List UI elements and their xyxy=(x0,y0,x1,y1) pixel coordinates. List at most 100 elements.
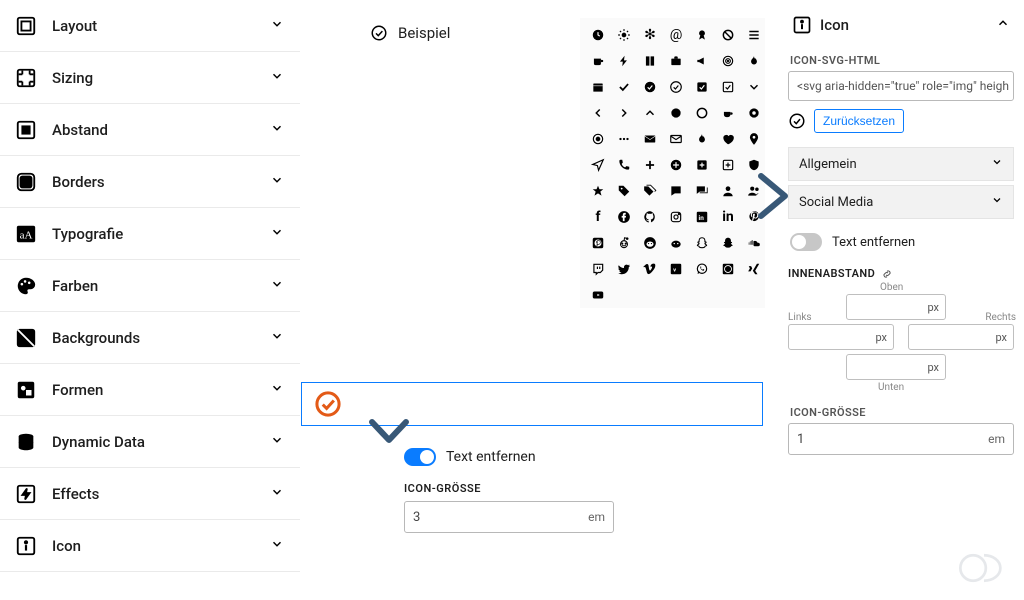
sidebar-item-dynamic-data[interactable]: Dynamic Data xyxy=(0,416,300,468)
picker-shield-icon[interactable] xyxy=(747,158,761,172)
padding-right-input[interactable]: px xyxy=(908,324,1014,350)
picker-whatsapp-square-icon[interactable] xyxy=(721,262,735,276)
sidebar-item-abstand[interactable]: Abstand xyxy=(0,104,300,156)
picker-asterisk-icon[interactable]: ✻ xyxy=(643,28,657,42)
picker-twitter-icon[interactable] xyxy=(617,262,631,276)
picker-chevron-up-icon[interactable] xyxy=(643,106,657,120)
picker-clock-icon[interactable] xyxy=(591,28,605,42)
toggle-text-entfernen-inspector[interactable]: Text entfernen xyxy=(788,233,1014,251)
icon-size-input[interactable]: 1 em xyxy=(788,423,1014,455)
sidebar-item-icon[interactable]: Icon xyxy=(0,520,300,572)
picker-circle-solid-icon[interactable] xyxy=(669,106,683,120)
picker-chevron-right-icon[interactable] xyxy=(617,106,631,120)
picker-at-icon[interactable]: @ xyxy=(669,28,683,42)
picker-youtube-icon[interactable] xyxy=(591,288,605,302)
padding-top-input[interactable]: px xyxy=(846,294,946,320)
sidebar-item-label: Farben xyxy=(52,277,270,295)
picker-ellipsis-icon[interactable] xyxy=(617,132,631,146)
picker-reddit-outline-icon[interactable] xyxy=(617,236,631,250)
picker-mail-outline-icon[interactable] xyxy=(669,132,683,146)
sidebar-item-backgrounds[interactable]: Backgrounds xyxy=(0,312,300,364)
picker-xing-icon[interactable] xyxy=(747,262,761,276)
picker-check-circle-icon[interactable] xyxy=(643,80,657,94)
padding-left-input[interactable]: px xyxy=(788,324,894,350)
picker-reddit-alien-icon[interactable] xyxy=(669,236,683,250)
picker-snapchat-outline-icon[interactable] xyxy=(695,236,709,250)
padding-bottom-input[interactable]: px xyxy=(846,354,946,380)
picker-fire-icon[interactable] xyxy=(695,132,709,146)
picker-paper-plane-icon[interactable] xyxy=(591,158,605,172)
picker-soundcloud-icon[interactable] xyxy=(747,236,761,250)
sidebar-item-layout[interactable]: Layout xyxy=(0,0,300,52)
picker-check-circle-outline-icon[interactable] xyxy=(669,80,683,94)
picker-calendar-icon[interactable] xyxy=(591,80,605,94)
picker-chevron-down-icon[interactable] xyxy=(747,80,761,94)
picker-phone-icon[interactable] xyxy=(617,158,631,172)
sidebar-item-typografie[interactable]: aA Typografie xyxy=(0,208,300,260)
picker-mug-icon[interactable] xyxy=(591,54,605,68)
picker-dot-circle-icon[interactable] xyxy=(747,106,761,120)
picker-bullhorn-icon[interactable] xyxy=(695,54,709,68)
svg-html-input[interactable]: <svg aria-hidden="true" role="img" heigh xyxy=(788,71,1014,101)
picker-tags-icon[interactable] xyxy=(643,184,657,198)
picker-snapchat-icon[interactable] xyxy=(721,236,735,250)
picker-comments-icon[interactable] xyxy=(695,184,709,198)
picker-briefcase-icon[interactable] xyxy=(669,54,683,68)
picker-plus-icon[interactable] xyxy=(643,158,657,172)
picker-github-icon[interactable] xyxy=(643,210,657,224)
picker-plus-square-icon[interactable] xyxy=(695,158,709,172)
picker-book-icon[interactable] xyxy=(643,54,657,68)
accordion-social-media[interactable]: Social Media xyxy=(788,185,1014,219)
toggle-switch-icon[interactable] xyxy=(790,233,822,251)
picker-ban-icon[interactable] xyxy=(721,28,735,42)
picker-award-icon[interactable] xyxy=(695,28,709,42)
chevron-down-icon xyxy=(270,433,284,451)
picker-user-icon[interactable] xyxy=(721,184,735,198)
picker-circle-outline-icon[interactable] xyxy=(695,106,709,120)
sidebar-item-farben[interactable]: Farben xyxy=(0,260,300,312)
picker-reddit-icon[interactable] xyxy=(643,236,657,250)
picker-check-icon[interactable] xyxy=(617,80,631,94)
link-icon[interactable] xyxy=(881,268,893,280)
picker-instagram-icon[interactable] xyxy=(669,210,683,224)
picker-bolt-icon[interactable] xyxy=(617,54,631,68)
picker-facebook-icon[interactable] xyxy=(617,210,631,224)
picker-heart-icon[interactable] xyxy=(721,132,735,146)
picker-record-icon[interactable] xyxy=(591,132,605,146)
picker-comment-icon[interactable] xyxy=(669,184,683,198)
picker-plus-square-outline-icon[interactable] xyxy=(721,158,735,172)
picker-whatsapp-icon[interactable] xyxy=(695,262,709,276)
picker-linkedin-icon[interactable]: in xyxy=(721,210,735,224)
picker-star-icon[interactable] xyxy=(591,184,605,198)
picker-linkedin-badge-icon[interactable]: in xyxy=(695,210,709,224)
sidebar-item-effects[interactable]: Effects xyxy=(0,468,300,520)
picker-twitch-icon[interactable] xyxy=(591,262,605,276)
picker-coffee-icon[interactable] xyxy=(721,106,735,120)
picker-bullseye-icon[interactable] xyxy=(721,54,735,68)
toggle-text-entfernen[interactable]: Text entfernen xyxy=(404,448,664,466)
picker-facebook-f-icon[interactable]: f xyxy=(591,210,605,224)
picker-pinterest-icon[interactable] xyxy=(591,236,605,250)
sidebar-item-borders[interactable]: Borders xyxy=(0,156,300,208)
picker-check-square-icon[interactable] xyxy=(695,80,709,94)
picker-map-pin-icon[interactable] xyxy=(747,132,761,146)
sidebar-item-formen[interactable]: Formen xyxy=(0,364,300,416)
picker-vimeo-icon[interactable] xyxy=(643,262,657,276)
picker-mail-solid-icon[interactable] xyxy=(643,132,657,146)
picker-plus-circle-icon[interactable] xyxy=(669,158,683,172)
picker-sun-icon[interactable] xyxy=(617,28,631,42)
picker-bars-icon[interactable] xyxy=(747,28,761,42)
pad-unit: px xyxy=(927,361,939,374)
inspector-panel-header[interactable]: Icon xyxy=(788,0,1014,44)
palette-icon xyxy=(14,274,38,298)
reset-button[interactable]: Zurücksetzen xyxy=(814,109,904,133)
picker-tag-icon[interactable] xyxy=(617,184,631,198)
toggle-switch-icon[interactable] xyxy=(404,448,436,466)
icon-size-input[interactable]: 3 em xyxy=(404,501,614,533)
sidebar-item-sizing[interactable]: Sizing xyxy=(0,52,300,104)
picker-vimeo-square-icon[interactable]: v xyxy=(669,262,683,276)
accordion-allgemein[interactable]: Allgemein xyxy=(788,147,1014,181)
picker-chevron-left-icon[interactable] xyxy=(591,106,605,120)
picker-check-square-outline-icon[interactable] xyxy=(721,80,735,94)
picker-flame-icon[interactable] xyxy=(747,54,761,68)
